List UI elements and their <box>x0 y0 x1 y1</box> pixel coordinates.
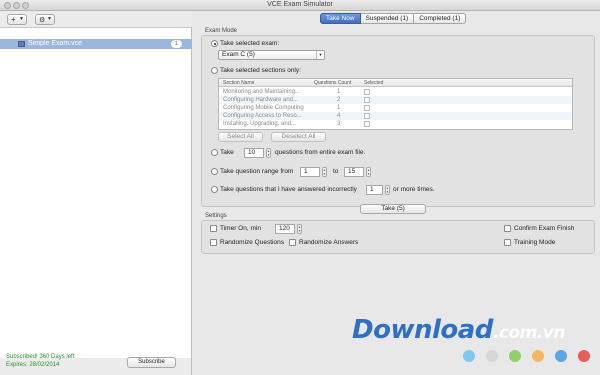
watermark-dot <box>486 350 498 362</box>
section-selected-checkbox[interactable] <box>364 121 370 127</box>
question-count-stepper[interactable]: ▲ ▼ <box>266 148 271 158</box>
question-count-field[interactable]: 10 <box>244 148 264 158</box>
sections-table-body: Monitoring and Maintaining... 1 Configur… <box>219 88 572 130</box>
exam-select[interactable]: Exam C (5) ▼ <box>218 50 325 60</box>
range-label: Take question range from <box>220 168 294 175</box>
column-header-section-name: Section Name <box>223 80 255 86</box>
watermark-dot <box>463 350 475 362</box>
incorrect-count-stepper[interactable]: ▲ ▼ <box>385 185 390 195</box>
take-count-radio[interactable] <box>211 149 218 156</box>
table-row[interactable]: Configuring Hardware and... 2 <box>219 96 572 104</box>
confirm-finish-checkbox[interactable] <box>504 225 511 232</box>
plus-icon: + <box>11 15 16 24</box>
timer-checkbox[interactable] <box>210 225 217 232</box>
watermark-main-text: Download <box>352 315 493 345</box>
tab-take-now[interactable]: Take Now <box>320 13 361 24</box>
window-titlebar: VCE Exam Simulator <box>0 0 600 11</box>
deselect-all-button[interactable]: Deselect All <box>271 132 326 142</box>
exam-select-value: Exam C (5) <box>222 51 255 58</box>
timer-label: Timer On, min <box>220 225 261 232</box>
section-selected-checkbox[interactable] <box>364 113 370 119</box>
range-to-field[interactable]: 15 <box>344 167 364 177</box>
range-from-field[interactable]: 1 <box>300 167 320 177</box>
window-title: VCE Exam Simulator <box>267 1 333 8</box>
subscription-expiry: Expires: 28/02/2014 <box>6 362 60 368</box>
exam-count-badge: 1 <box>170 40 182 48</box>
settings-menu-button[interactable]: ⚙ ▼ <box>35 14 55 25</box>
exam-name: Simple Exam.vce <box>28 40 83 47</box>
subscribe-button[interactable]: Subscribe <box>127 357 176 368</box>
incorrect-radio[interactable] <box>211 186 218 193</box>
question-count-cell: 1 <box>337 105 341 111</box>
section-selected-checkbox[interactable] <box>364 105 370 111</box>
exam-mode-heading: Exam Mode <box>205 28 238 34</box>
take-sections-radio[interactable] <box>211 67 218 74</box>
timer-minutes-stepper[interactable]: ▲ ▼ <box>297 224 302 234</box>
tab-suspended[interactable]: Suspended (1) <box>360 13 415 24</box>
section-name-cell: Configuring Access to Reso... <box>223 113 302 119</box>
chevron-down-icon: ▼ <box>316 51 324 59</box>
confirm-finish-label: Confirm Exam Finish <box>514 225 575 232</box>
chevron-down-icon: ▼ <box>47 16 52 22</box>
range-radio[interactable] <box>211 168 218 175</box>
range-from-stepper[interactable]: ▲ ▼ <box>322 167 327 177</box>
question-count-cell: 2 <box>337 97 341 103</box>
table-row[interactable]: Installing, Upgrading, and... 3 <box>219 120 572 128</box>
question-count-cell: 1 <box>337 89 341 95</box>
training-mode-label: Training Mode <box>514 239 556 246</box>
subscription-status: Subscribed! 360 Days left <box>6 354 75 360</box>
gear-icon: ⚙ <box>39 17 46 24</box>
download-watermark-logo: Download.com.vn <box>352 315 565 345</box>
sections-table-header: Section Name Questions Count Selected <box>219 79 572 87</box>
select-all-button[interactable]: Select All <box>218 132 263 142</box>
exam-file-icon <box>18 41 25 47</box>
tab-completed[interactable]: Completed (1) <box>414 13 467 24</box>
column-header-selected: Selected <box>364 80 384 86</box>
randomize-questions-checkbox[interactable] <box>210 239 217 246</box>
training-mode-checkbox[interactable] <box>504 239 511 246</box>
section-selected-checkbox[interactable] <box>364 97 370 103</box>
incorrect-count-field[interactable]: 1 <box>366 185 383 195</box>
watermark-suffix-text: .com.vn <box>492 323 566 343</box>
sidebar-item-exam[interactable]: Simple Exam.vce 1 <box>0 39 192 49</box>
randomize-answers-checkbox[interactable] <box>289 239 296 246</box>
question-count-cell: 3 <box>337 121 341 127</box>
watermark-dot <box>509 350 521 362</box>
subscription-panel: Subscribed! 360 Days left Expires: 28/02… <box>0 354 192 375</box>
section-selected-checkbox[interactable] <box>364 89 370 95</box>
take-count-label: Take <box>220 149 234 156</box>
incorrect-label: Take questions that I have answered inco… <box>220 186 357 193</box>
watermark-dot <box>555 350 567 362</box>
section-name-cell: Configuring Hardware and... <box>223 97 299 103</box>
chevron-down-icon: ▼ <box>19 16 24 22</box>
watermark-dot <box>532 350 544 362</box>
take-exam-button[interactable]: Take (5) <box>360 204 426 214</box>
watermark-dot <box>578 350 590 362</box>
settings-heading: Settings <box>205 213 227 219</box>
table-row[interactable]: Configuring Access to Reso... 4 <box>219 112 572 120</box>
take-count-suffix: questions from entire exam file. <box>275 149 366 156</box>
section-name-cell: Installing, Upgrading, and... <box>223 121 297 127</box>
timer-minutes-field[interactable]: 120 <box>275 224 295 234</box>
randomize-questions-label: Randomize Questions <box>220 239 284 246</box>
question-count-cell: 4 <box>337 113 341 119</box>
table-row[interactable]: Configuring Mobile Computing 1 <box>219 104 572 112</box>
sections-table: Section Name Questions Count Selected Mo… <box>218 78 573 130</box>
section-name-cell: Monitoring and Maintaining... <box>223 89 301 95</box>
range-to-stepper[interactable]: ▲ ▼ <box>366 167 371 177</box>
incorrect-suffix: or more times. <box>393 186 435 193</box>
range-to-label: to <box>333 168 339 175</box>
sidebar-toolbar: + ▼ ⚙ ▼ <box>0 11 192 28</box>
section-name-cell: Configuring Mobile Computing <box>223 105 304 111</box>
table-row[interactable]: Monitoring and Maintaining... 1 <box>219 88 572 96</box>
exam-sidebar: Simple Exam.vce 1 <box>0 28 192 358</box>
randomize-answers-label: Randomize Answers <box>299 239 359 246</box>
mode-tabs: Take Now Suspended (1) Completed (1) <box>320 13 467 24</box>
column-header-questions-count: Questions Count <box>314 80 352 86</box>
take-sections-label: Take selected sections only: <box>220 67 301 74</box>
add-exam-button[interactable]: + ▼ <box>7 14 27 25</box>
take-selected-exam-label: Take selected exam: <box>220 40 280 47</box>
take-selected-exam-radio[interactable] <box>211 40 218 47</box>
